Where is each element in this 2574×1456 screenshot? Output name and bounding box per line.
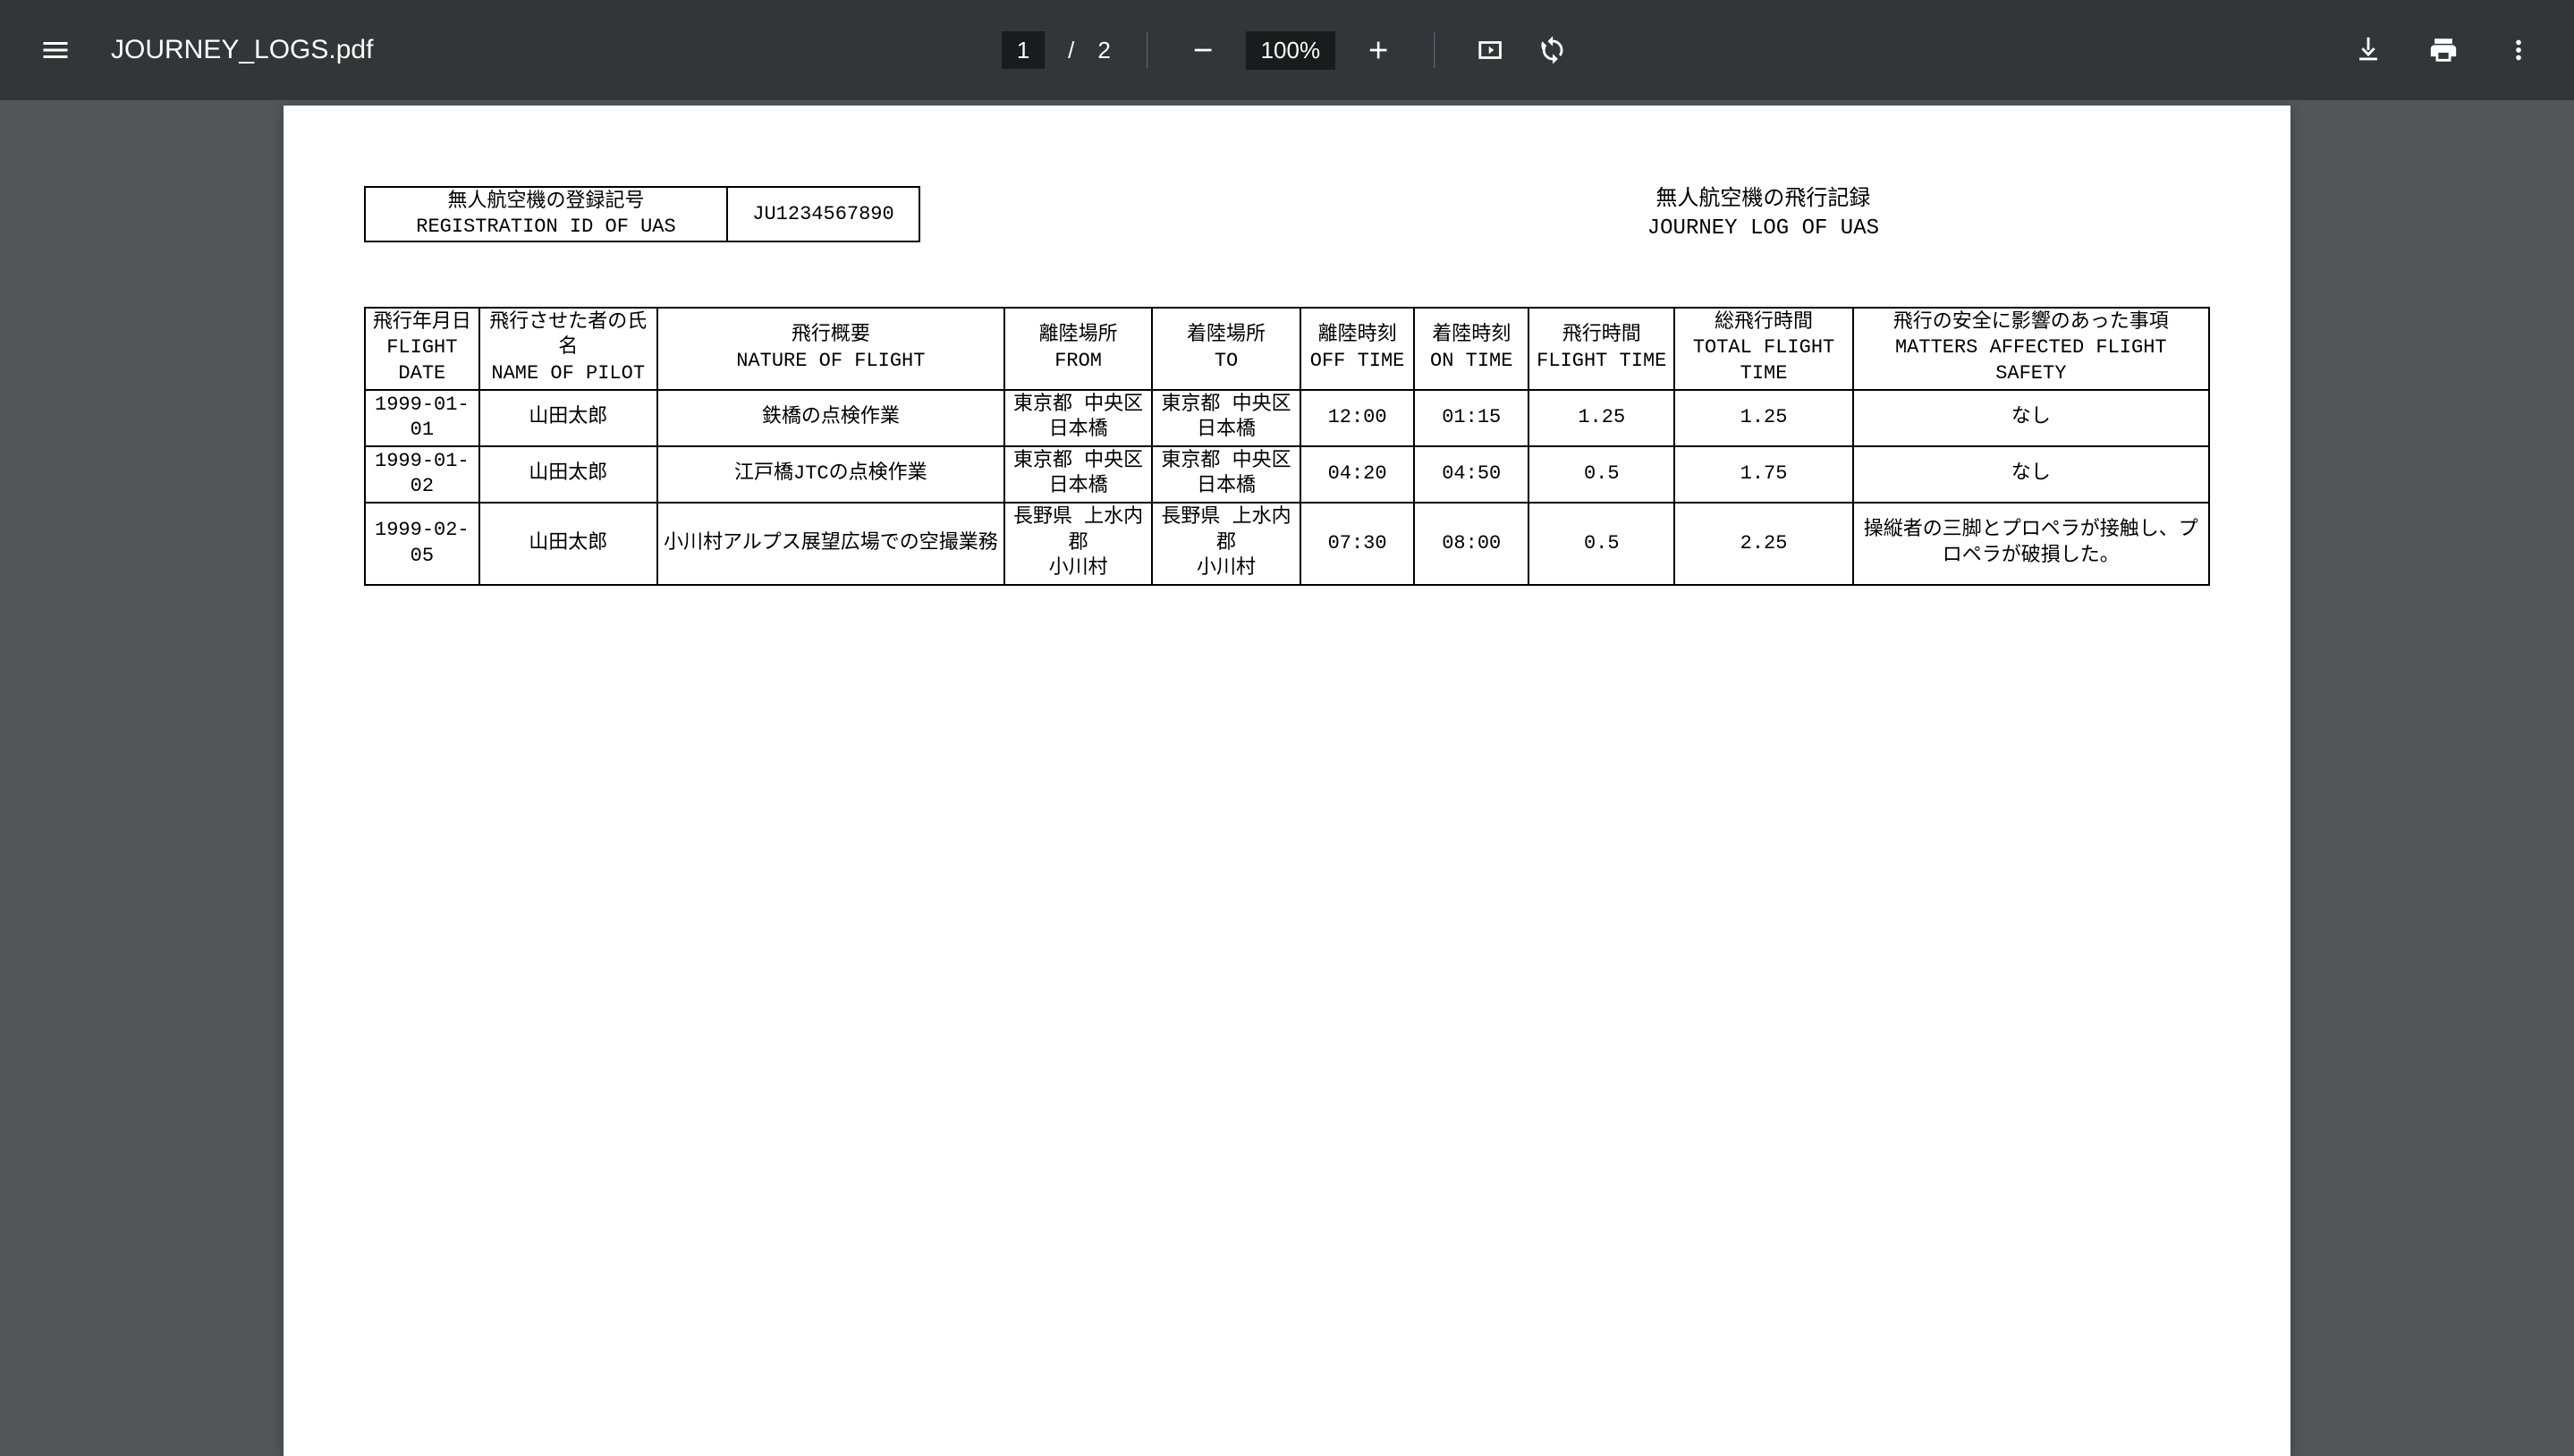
header-safety: 飛行の安全に影響のあった事項 MATTERS AFFECTED FLIGHT S… (1853, 308, 2209, 390)
table-row: 無人航空機の登録記号 REGISTRATION ID OF UAS JU1234… (365, 187, 919, 241)
title-ja: 無人航空機の飛行記録 (1647, 186, 1879, 215)
divider (1434, 32, 1435, 68)
pdf-page: 無人航空機の登録記号 REGISTRATION ID OF UAS JU1234… (284, 106, 2290, 1456)
cell-nature: 小川村アルプス展望広場での空撮業務 (657, 503, 1004, 585)
more-vert-icon (2503, 35, 2534, 65)
cell-from: 東京都 中央区 日本橋 (1004, 390, 1152, 446)
header-pilot: 飛行させた者の氏名 NAME OF PILOT (479, 308, 657, 390)
cell-from: 東京都 中央区 日本橋 (1004, 446, 1152, 503)
page-number-input[interactable] (1002, 31, 1045, 69)
fit-to-page-icon (1475, 35, 1505, 65)
fit-page-button[interactable] (1470, 30, 1510, 70)
filename-label: JOURNEY_LOGS.pdf (111, 35, 373, 65)
rotate-button[interactable] (1533, 30, 1572, 70)
page-separator: / (1068, 37, 1074, 64)
header-row: 無人航空機の登録記号 REGISTRATION ID OF UAS JU1234… (364, 186, 2210, 244)
registration-label-en: REGISTRATION ID OF UAS (377, 215, 715, 240)
cell-safety: なし (1853, 390, 2209, 446)
page-total-label: 2 (1097, 37, 1110, 64)
journey-log-table: 飛行年月日 FLIGHT DATE 飛行させた者の氏名 NAME OF PILO… (364, 307, 2210, 586)
table-row: 1999-01-02 山田太郎 江戸橋JTCの点検作業 東京都 中央区 日本橋 … (365, 446, 2209, 503)
cell-pilot: 山田太郎 (479, 503, 657, 585)
title-en: JOURNEY LOG OF UAS (1647, 215, 1879, 243)
toolbar-center: / 2 (1002, 30, 1572, 70)
zoom-out-button[interactable] (1183, 30, 1223, 70)
cell-off: 04:20 (1300, 446, 1415, 503)
cell-from: 長野県 上水内郡 小川村 (1004, 503, 1152, 585)
cell-off: 07:30 (1300, 503, 1415, 585)
header-off-time: 離陸時刻 OFF TIME (1300, 308, 1415, 390)
cell-off: 12:00 (1300, 390, 1415, 446)
cell-to: 長野県 上水内郡 小川村 (1152, 503, 1300, 585)
header-from: 離陸場所 FROM (1004, 308, 1152, 390)
toolbar-left: JOURNEY_LOGS.pdf (0, 30, 373, 70)
table-header-row: 飛行年月日 FLIGHT DATE 飛行させた者の氏名 NAME OF PILO… (365, 308, 2209, 390)
cell-ft: 0.5 (1528, 446, 1674, 503)
cell-ft: 1.25 (1528, 390, 1674, 446)
rotate-icon (1537, 35, 1568, 65)
cell-tft: 1.25 (1674, 390, 1852, 446)
cell-on: 08:00 (1414, 503, 1528, 585)
cell-on: 04:50 (1414, 446, 1528, 503)
cell-ft: 0.5 (1528, 503, 1674, 585)
cell-pilot: 山田太郎 (479, 446, 657, 503)
plus-icon (1364, 36, 1393, 64)
download-button[interactable] (2349, 30, 2388, 70)
registration-label-ja: 無人航空機の登録記号 (377, 190, 715, 215)
cell-nature: 鉄橋の点検作業 (657, 390, 1004, 446)
header-flight-date: 飛行年月日 FLIGHT DATE (365, 308, 479, 390)
registration-value-cell: JU1234567890 (727, 187, 919, 241)
print-icon (2428, 35, 2459, 65)
document-title: 無人航空機の飛行記録 JOURNEY LOG OF UAS (1647, 186, 1879, 244)
download-icon (2353, 35, 2383, 65)
hamburger-icon (39, 34, 72, 66)
more-button[interactable] (2499, 30, 2538, 70)
registration-table: 無人航空機の登録記号 REGISTRATION ID OF UAS JU1234… (364, 186, 920, 242)
cell-tft: 1.75 (1674, 446, 1852, 503)
table-row: 1999-02-05 山田太郎 小川村アルプス展望広場での空撮業務 長野県 上水… (365, 503, 2209, 585)
menu-button[interactable] (36, 30, 75, 70)
print-button[interactable] (2424, 30, 2463, 70)
cell-date: 1999-01-02 (365, 446, 479, 503)
header-total-time: 総飛行時間 TOTAL FLIGHT TIME (1674, 308, 1852, 390)
header-flight-time: 飛行時間 FLIGHT TIME (1528, 308, 1674, 390)
header-on-time: 着陸時刻 ON TIME (1414, 308, 1528, 390)
cell-date: 1999-01-01 (365, 390, 479, 446)
cell-nature: 江戸橋JTCの点検作業 (657, 446, 1004, 503)
cell-pilot: 山田太郎 (479, 390, 657, 446)
registration-label-cell: 無人航空機の登録記号 REGISTRATION ID OF UAS (365, 187, 727, 241)
zoom-level-input[interactable] (1246, 31, 1335, 70)
cell-safety: なし (1853, 446, 2209, 503)
minus-icon (1189, 36, 1217, 64)
header-nature: 飛行概要 NATURE OF FLIGHT (657, 308, 1004, 390)
zoom-in-button[interactable] (1359, 30, 1398, 70)
cell-date: 1999-02-05 (365, 503, 479, 585)
table-row: 1999-01-01 山田太郎 鉄橋の点検作業 東京都 中央区 日本橋 東京都 … (365, 390, 2209, 446)
toolbar-right (2349, 30, 2538, 70)
document-viewport[interactable]: 無人航空機の登録記号 REGISTRATION ID OF UAS JU1234… (0, 100, 2574, 1456)
cell-on: 01:15 (1414, 390, 1528, 446)
cell-to: 東京都 中央区 日本橋 (1152, 390, 1300, 446)
header-to: 着陸場所 TO (1152, 308, 1300, 390)
cell-to: 東京都 中央区 日本橋 (1152, 446, 1300, 503)
cell-tft: 2.25 (1674, 503, 1852, 585)
cell-safety: 操縦者の三脚とプロペラが接触し、プロペラが破損した。 (1853, 503, 2209, 585)
pdf-toolbar: JOURNEY_LOGS.pdf / 2 (0, 0, 2574, 100)
